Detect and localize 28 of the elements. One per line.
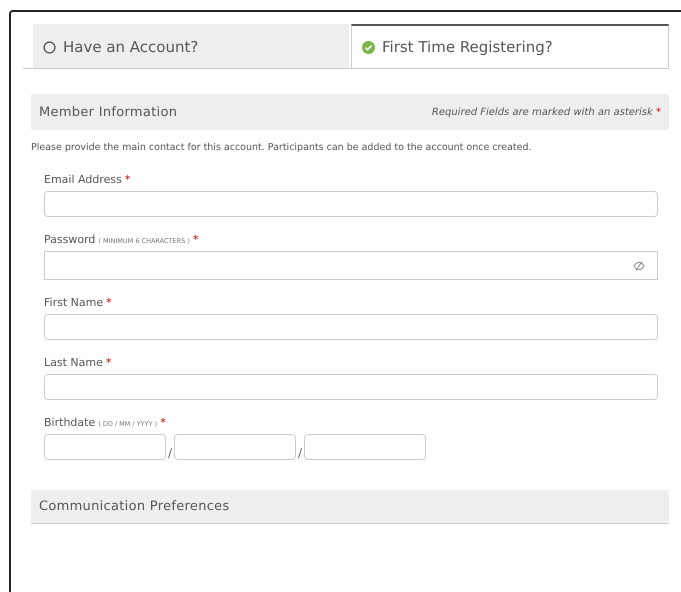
- field-label: Last Name: [44, 356, 103, 369]
- date-separator: /: [168, 446, 172, 460]
- text-field[interactable]: [44, 374, 658, 400]
- field-label: Birthdate: [44, 416, 96, 429]
- text-field[interactable]: [44, 191, 658, 217]
- text-field[interactable]: [44, 314, 658, 340]
- intro-text: Please provide the main contact for this account. Participants can be added to the account once created.: [31, 142, 533, 153]
- field-label: Password: [44, 233, 96, 246]
- required-asterisk: *: [106, 296, 112, 309]
- field-label: First Name: [44, 296, 104, 309]
- section-title: Communication Preferences: [39, 499, 230, 514]
- required-asterisk: *: [192, 233, 198, 246]
- eye-slash-icon[interactable]: [633, 260, 645, 270]
- required-asterisk: *: [124, 173, 130, 186]
- check-circle-icon: [362, 40, 375, 54]
- radio-circle-icon: [43, 40, 56, 54]
- date-part-field[interactable]: [304, 434, 426, 460]
- tab[interactable]: Have an Account?: [33, 24, 349, 68]
- date-part-field[interactable]: [174, 434, 296, 460]
- required-note: Required Fields are marked with an asterisk *: [432, 106, 661, 118]
- required-asterisk: *: [160, 416, 166, 429]
- required-asterisk: *: [106, 356, 112, 369]
- tab[interactable]: First Time Registering?: [351, 24, 669, 68]
- date-part-field[interactable]: [44, 434, 166, 460]
- section-title: Member Information: [39, 104, 178, 120]
- field-label: Email Address: [44, 173, 122, 186]
- password-field[interactable]: [44, 251, 658, 280]
- date-separator: /: [298, 446, 302, 460]
